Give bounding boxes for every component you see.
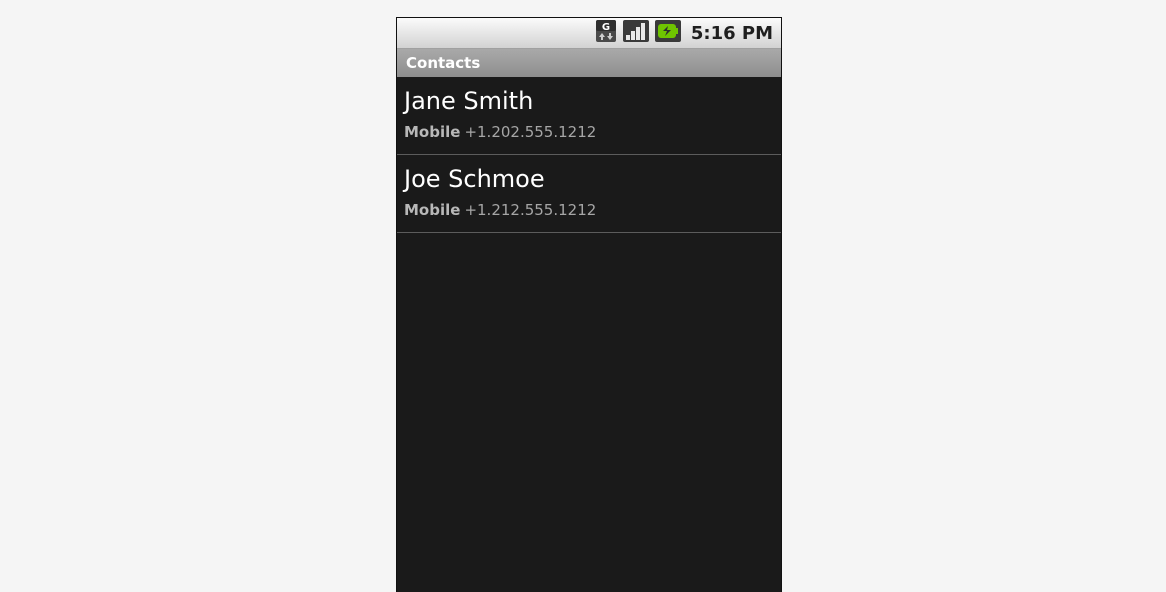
status-clock: 5:16 PM — [690, 22, 773, 44]
list-item[interactable]: Joe Schmoe Mobile +1.212.555.1212 — [397, 155, 781, 233]
status-bar: G 5:16 PM — [397, 18, 781, 49]
gprs-data-icon: G — [595, 19, 617, 47]
phone-number: +1.202.555.1212 — [464, 123, 597, 141]
screen-background: G 5:16 PM Contacts Jane Smith Mobile +1.… — [0, 0, 1166, 592]
signal-strength-icon — [622, 19, 649, 47]
contact-name: Joe Schmoe — [404, 165, 545, 193]
list-item[interactable]: Jane Smith Mobile +1.202.555.1212 — [397, 77, 781, 155]
phone-type-label: Mobile — [404, 123, 461, 141]
contact-phone-line: Mobile +1.202.555.1212 — [404, 123, 596, 141]
phone-type-label: Mobile — [404, 201, 461, 219]
phone-number: +1.212.555.1212 — [464, 201, 597, 219]
battery-charging-icon — [654, 19, 681, 47]
contact-name: Jane Smith — [404, 87, 534, 115]
app-title: Contacts — [406, 54, 481, 72]
device-screen: G 5:16 PM Contacts Jane Smith Mobile +1.… — [396, 17, 782, 592]
contact-phone-line: Mobile +1.212.555.1212 — [404, 201, 596, 219]
data-icon-letter: G — [602, 22, 610, 33]
status-icons: G 5:16 PM — [595, 19, 773, 47]
contacts-list[interactable]: Jane Smith Mobile +1.202.555.1212 Joe Sch… — [397, 77, 781, 233]
app-title-bar: Contacts — [397, 49, 781, 77]
